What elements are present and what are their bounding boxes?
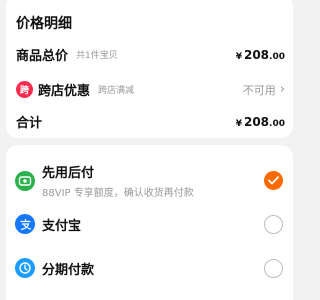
payment-option-alipay[interactable]: 支付宝 <box>15 214 283 234</box>
pay-later-icon <box>15 170 35 191</box>
payment-option-label: 支付宝 <box>42 218 82 234</box>
unavailable-text: 不可用 <box>242 83 276 97</box>
pay-later-text: 先用后付 88VIP 专享额度，确认收货再付款 <box>42 162 194 199</box>
total-goods-price: ¥208.00 <box>236 48 285 62</box>
currency-symbol: ¥ <box>235 51 242 62</box>
installment-text: 分期付款 <box>42 259 94 278</box>
selected-radio[interactable] <box>264 171 283 190</box>
alipay-icon <box>15 214 35 234</box>
cross-store-value: 不可用 › <box>243 82 285 98</box>
section-title: 价格明细 <box>16 16 72 32</box>
cross-store-label: 跨店优惠 <box>38 84 91 99</box>
currency-symbol: ¥ <box>235 118 242 129</box>
chevron-right-icon: › <box>279 82 285 97</box>
payment-option-desc: 88VIP 专享额度，确认收货再付款 <box>42 188 194 199</box>
payment-option-label: 分期付款 <box>42 262 95 278</box>
price-decimal: .00 <box>269 118 285 129</box>
price-detail-card: 价格明细 商品总价 共1件宝贝 ¥208.00 跨 跨店优惠 跨店满减 不可用 … <box>6 0 293 138</box>
unselected-radio[interactable] <box>264 214 283 234</box>
payment-option-pay-later[interactable]: 先用后付 88VIP 专享额度，确认收货再付款 <box>15 162 283 199</box>
alipay-text: 支付宝 <box>42 215 81 234</box>
subtotal-row: 合计 ¥208.00 <box>16 112 285 132</box>
price-integer: 208 <box>243 114 270 129</box>
item-count-note: 共1件宝贝 <box>76 51 118 61</box>
payment-option-installment[interactable]: 分期付款 <box>15 258 283 278</box>
cross-store-note: 跨店满减 <box>98 86 135 96</box>
payment-methods-card: 先用后付 88VIP 专享额度，确认收货再付款 支付宝 分期付款 <box>6 145 293 300</box>
total-goods-row: 商品总价 共1件宝贝 ¥208.00 <box>16 45 285 65</box>
price-integer: 208 <box>243 47 270 62</box>
subtotal-label: 合计 <box>16 116 43 131</box>
cross-store-discount-row[interactable]: 跨 跨店优惠 跨店满减 不可用 › <box>16 80 285 99</box>
cross-store-icon: 跨 <box>16 81 33 98</box>
price-decimal: .00 <box>269 51 285 62</box>
checkmark-icon <box>268 176 279 185</box>
subtotal-price: ¥208.00 <box>236 115 285 129</box>
total-goods-label: 商品总价 <box>16 49 69 64</box>
installment-icon <box>15 258 35 278</box>
payment-option-label: 先用后付 <box>42 166 95 181</box>
unselected-radio[interactable] <box>264 258 283 278</box>
